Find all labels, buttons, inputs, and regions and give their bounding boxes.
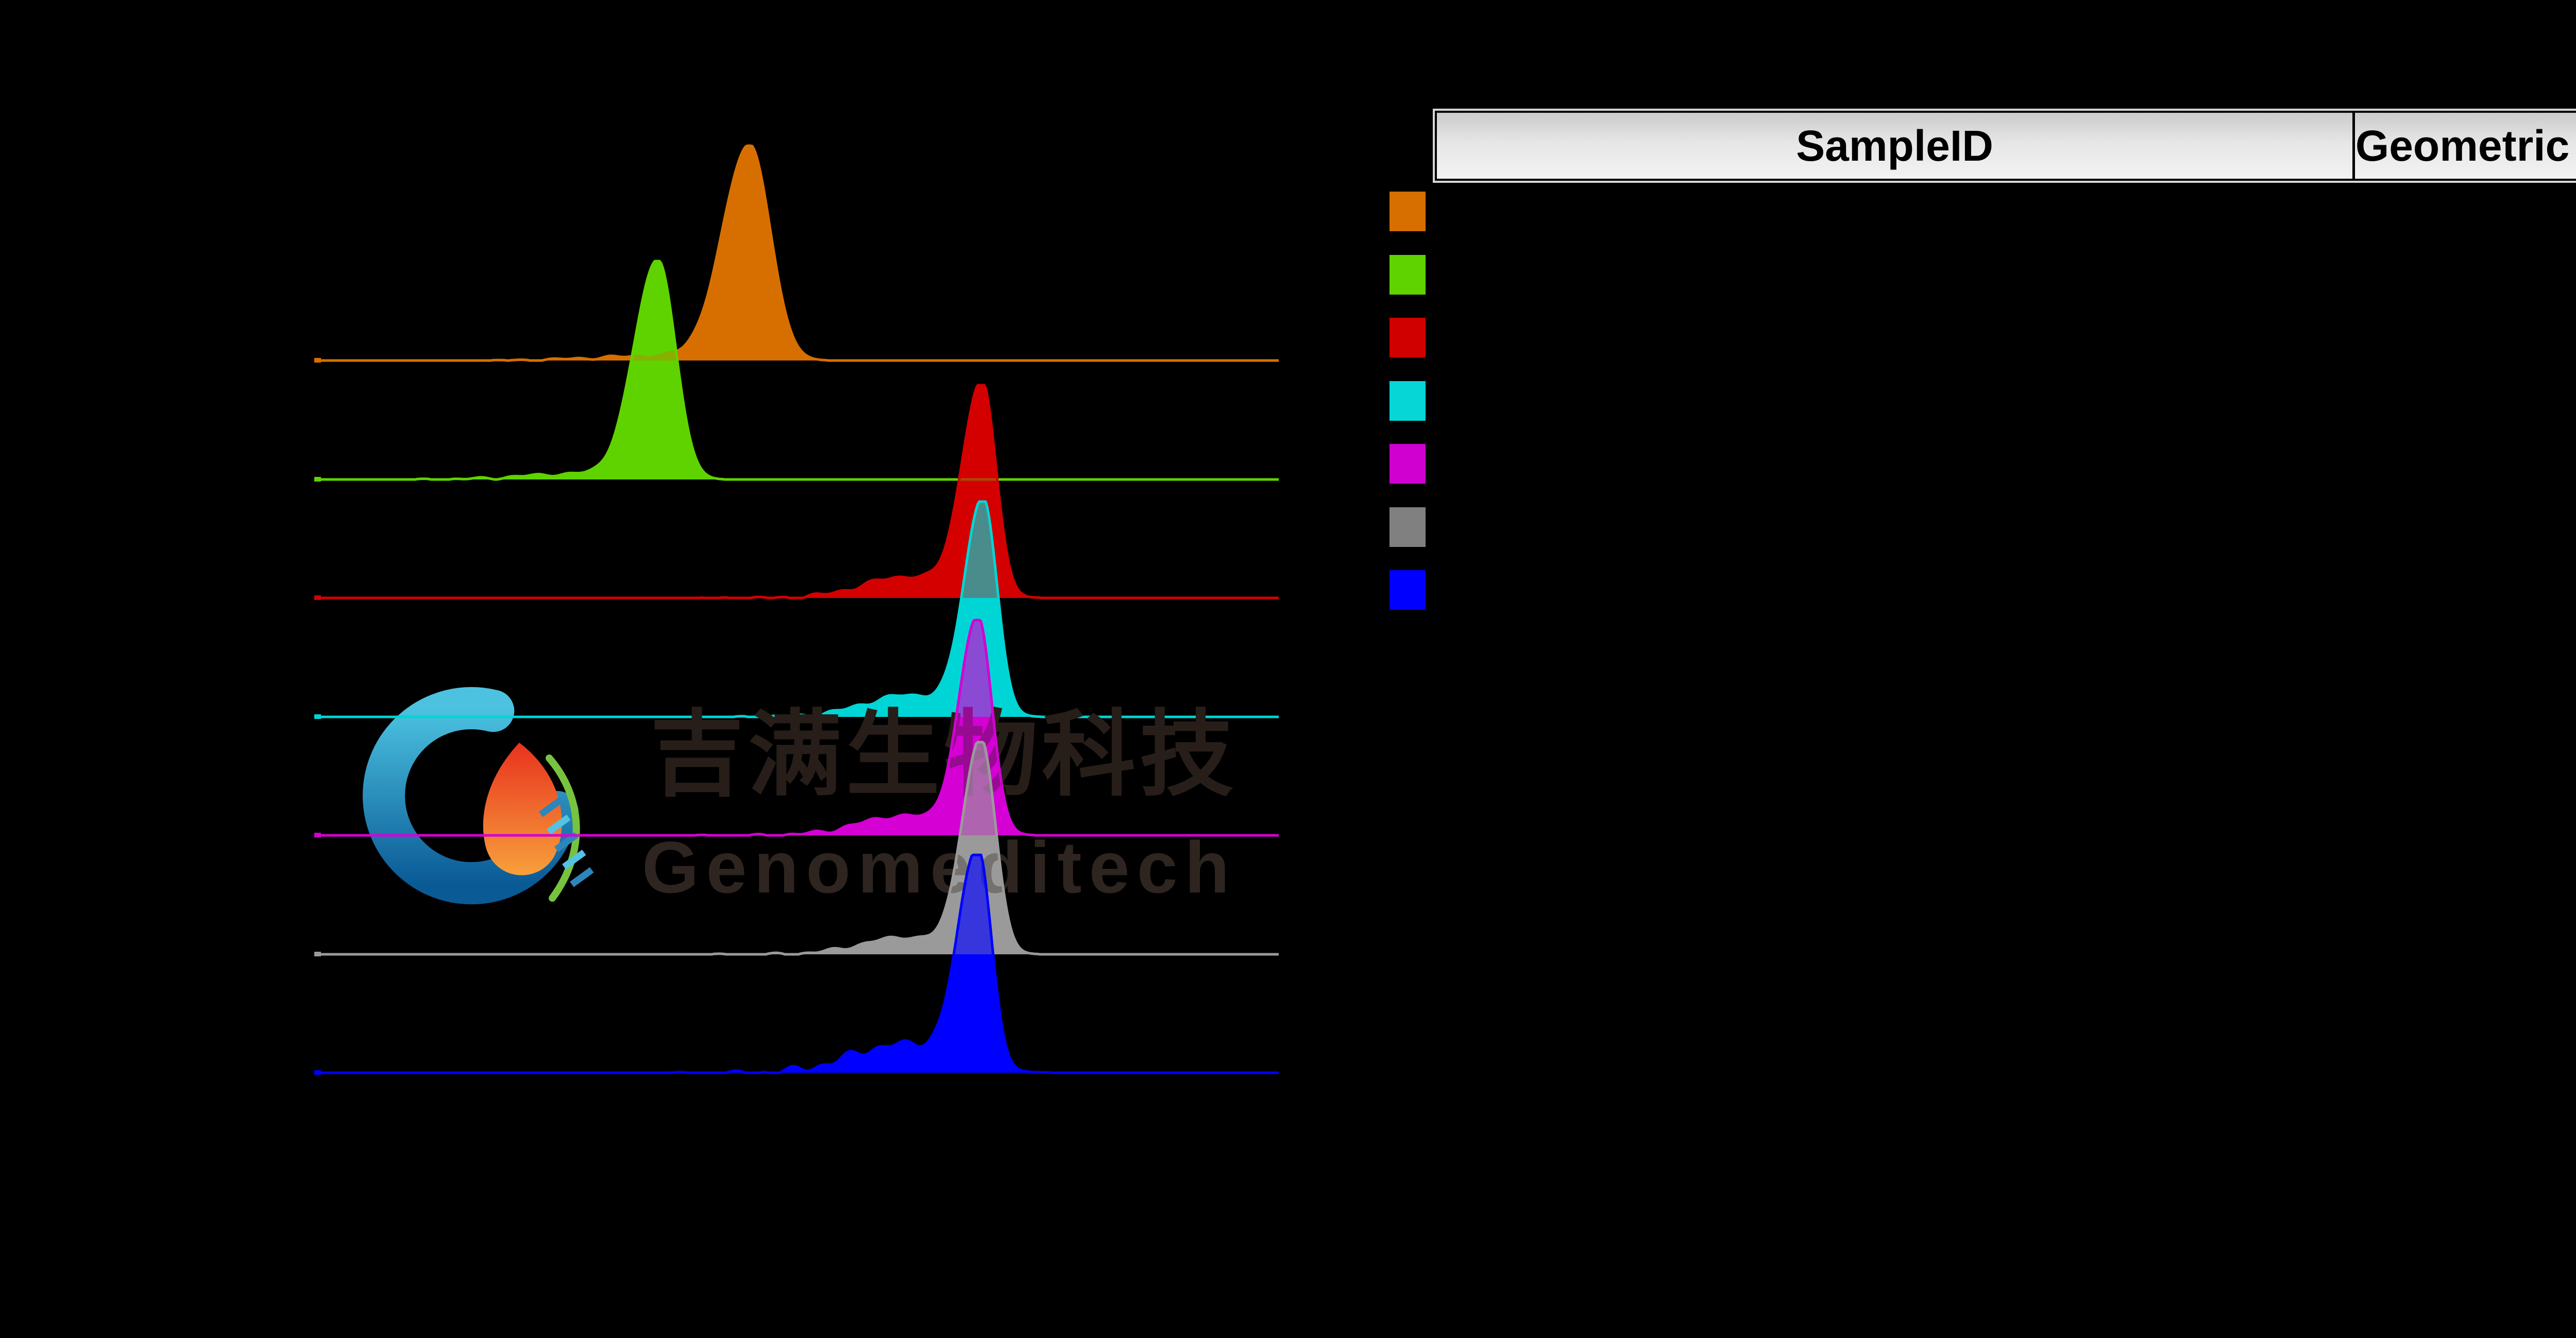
- axis-start-tick: [314, 595, 321, 600]
- histogram-series-4: [314, 502, 1279, 719]
- column-header-sampleid[interactable]: SampleID: [1437, 113, 2355, 179]
- legend-table-header: SampleID Geometric Mean : FL11-H: [1435, 111, 2576, 181]
- histogram-series-1: [314, 146, 1279, 363]
- genomeditech-logo: [384, 708, 594, 898]
- legend-color-swatch[interactable]: [1389, 192, 1426, 231]
- legend-color-swatch[interactable]: [1389, 381, 1426, 421]
- legend-color-swatch[interactable]: [1389, 255, 1426, 295]
- axis-start-tick: [314, 714, 321, 719]
- legend-color-swatch[interactable]: [1389, 570, 1426, 610]
- histogram-series-2: [314, 261, 1279, 482]
- report-canvas: 吉满生物科技Genomeditech吉满生物科技Genomeditech吉满生物…: [0, 0, 2576, 1338]
- histogram-series-3: [314, 385, 1279, 600]
- axis-start-tick: [314, 833, 321, 837]
- logo-dna-stripe: [570, 867, 594, 887]
- legend-table: SampleID Geometric Mean : FL11-H: [1433, 109, 2576, 183]
- axis-start-tick: [314, 1070, 321, 1075]
- axis-start-tick: [314, 952, 321, 956]
- axis-start-tick: [314, 358, 321, 363]
- legend-color-swatch[interactable]: [1389, 444, 1426, 484]
- legend-color-swatch[interactable]: [1389, 507, 1426, 547]
- histogram-overlay-plot: 吉满生物科技Genomeditech吉满生物科技Genomeditech吉满生物…: [0, 0, 2576, 1338]
- watermark-latin-text: Genomeditech: [642, 827, 1236, 908]
- legend-color-swatch[interactable]: [1389, 318, 1426, 357]
- axis-start-tick: [314, 477, 321, 482]
- column-header-geometric-mean[interactable]: Geometric Mean : FL11-H: [2355, 113, 2576, 179]
